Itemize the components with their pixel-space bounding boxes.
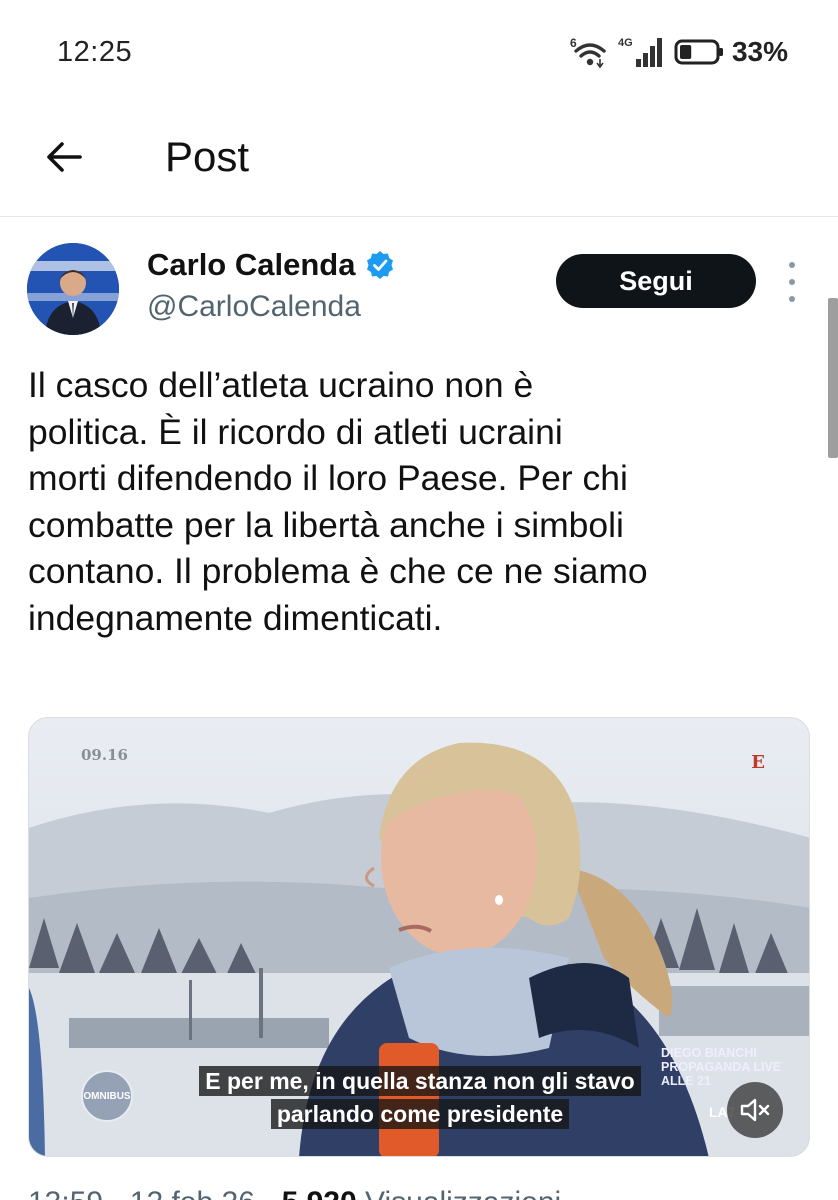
views-count: 5.920 bbox=[282, 1186, 357, 1200]
author-name-text: Carlo Calenda bbox=[147, 247, 356, 282]
video-subtitle: E per me, in quella stanza non gli stavo bbox=[29, 1066, 809, 1096]
video-clock: 09.16 bbox=[81, 746, 128, 764]
battery-percent: 33% bbox=[731, 36, 788, 67]
mute-button[interactable] bbox=[727, 1082, 783, 1138]
battery-icon bbox=[674, 39, 723, 65]
author-handle[interactable]: @CarloCalenda bbox=[147, 290, 361, 324]
follow-button[interactable]: Segui bbox=[556, 254, 756, 308]
post-text-line: Il casco dell’atleta ucraino non è bbox=[28, 365, 534, 405]
wifi-icon: 6 bbox=[570, 36, 606, 69]
status-icons: 6 4G 33% bbox=[570, 34, 788, 70]
svg-text:6: 6 bbox=[570, 36, 577, 50]
status-time: 12:25 bbox=[57, 36, 133, 68]
avatar[interactable] bbox=[27, 243, 119, 335]
video-player[interactable]: 09.16 E DIEGO BIANCHI PROPAGANDA LIVE AL… bbox=[28, 717, 810, 1157]
channel-mark: E bbox=[751, 752, 765, 773]
status-bar: 12:25 6 4G 33% bbox=[0, 0, 838, 105]
author-name[interactable]: Carlo Calenda bbox=[147, 247, 395, 283]
signal-icon: 4G bbox=[618, 37, 662, 67]
views-label[interactable]: Visualizzazioni bbox=[365, 1186, 561, 1200]
post-header: Post bbox=[0, 105, 838, 217]
post-text-line: contano. Il problema è che ce ne siamo bbox=[28, 551, 648, 591]
post-text-line: combatte per la libertà anche i simboli bbox=[28, 504, 624, 545]
avatar-image bbox=[27, 243, 119, 335]
more-options-icon[interactable] bbox=[779, 262, 805, 302]
post-date: 12 feb 26 bbox=[130, 1186, 255, 1200]
post-text: Il casco dell’atleta ucraino non è polit… bbox=[28, 362, 808, 641]
svg-text:4G: 4G bbox=[618, 37, 633, 49]
back-button[interactable] bbox=[40, 133, 88, 181]
scrollbar[interactable] bbox=[828, 298, 838, 458]
post-meta: 13:59 · 12 feb 26 · 5.920 Visualizzazion… bbox=[28, 1186, 561, 1200]
video-subtitle: parlando come presidente bbox=[29, 1099, 809, 1129]
arrow-left-icon bbox=[47, 142, 82, 172]
post-time: 13:59 bbox=[28, 1186, 103, 1200]
post-text-line: morti difendendo il loro Paese. Per chi bbox=[28, 458, 628, 498]
post-text-line: politica. È il ricordo di atleti ucraini bbox=[28, 411, 563, 452]
verified-badge-icon bbox=[367, 251, 394, 279]
post-text-line: indegnamente dimenticati. bbox=[28, 597, 443, 638]
page-title: Post bbox=[165, 133, 250, 180]
speaker-muted-icon bbox=[740, 1098, 770, 1122]
